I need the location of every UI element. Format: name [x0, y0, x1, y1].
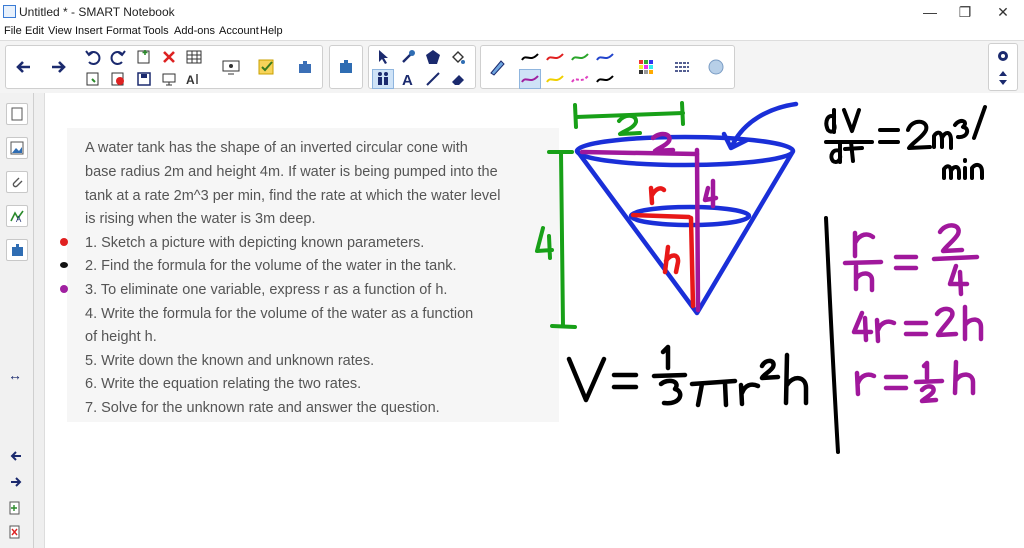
ink-volume-formula — [566, 344, 809, 408]
ink-cone — [574, 101, 799, 316]
ink-radius-dimension — [573, 101, 685, 136]
ink-height-dimension — [535, 150, 577, 329]
ink-rate-given — [824, 105, 987, 180]
ink-similar-triangles — [842, 223, 984, 404]
ink-divider — [824, 216, 840, 454]
handwritten-ink-layer[interactable] — [0, 0, 1024, 548]
